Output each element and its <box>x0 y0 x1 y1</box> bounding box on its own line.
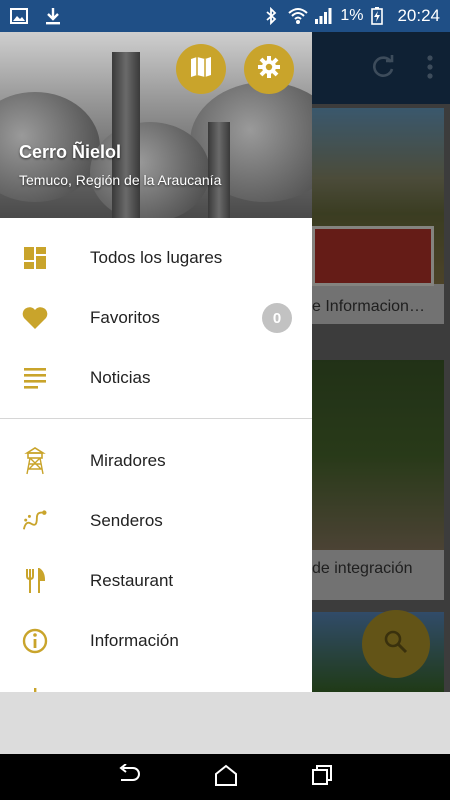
menu-item-label: Miradores <box>90 451 166 470</box>
drawer-header: Cerro Ñielol Temuco, Región de la Arauca… <box>0 32 312 218</box>
place-subtitle: Temuco, Región de la Araucanía <box>19 172 222 188</box>
battery-percent: 1% <box>340 7 364 24</box>
lookout-tower-icon <box>22 447 48 475</box>
menu-item-senderos[interactable]: Senderos <box>0 491 312 551</box>
navigation-drawer: Cerro Ñielol Temuco, Región de la Arauca… <box>0 32 312 692</box>
wifi-icon <box>288 7 308 25</box>
bottom-strip <box>0 692 450 754</box>
menu-item-label: Restaurant <box>90 571 174 590</box>
map-icon <box>189 55 213 84</box>
signal-icon <box>314 7 332 25</box>
header-photo-totem <box>208 122 230 218</box>
system-nav-bar <box>0 754 450 800</box>
menu-item-label: Noticias <box>90 368 151 387</box>
menu-item-miradores[interactable]: Miradores <box>0 431 312 491</box>
menu-item-noticias[interactable]: Noticias <box>0 348 312 408</box>
menu-item-label: Información <box>90 631 179 650</box>
menu-item-todos-los-lugares[interactable]: Todos los lugares <box>0 228 312 288</box>
battery-charging-icon <box>371 7 389 25</box>
place-title: Cerro Ñielol <box>19 142 122 162</box>
image-notification-icon <box>10 7 28 25</box>
home-icon[interactable] <box>214 764 238 791</box>
menu-item-label: Todos los lugares <box>90 248 223 267</box>
clock: 20:24 <box>397 6 440 25</box>
info-icon <box>22 628 48 654</box>
recent-apps-icon[interactable] <box>311 764 333 791</box>
status-bar: 1% 20:24 <box>0 0 450 32</box>
menu-divider <box>0 418 312 419</box>
heart-icon <box>22 305 48 331</box>
menu-item-partial[interactable] <box>0 671 312 692</box>
favorites-count-badge: 0 <box>262 303 292 333</box>
download-notification-icon <box>44 7 62 25</box>
partial-icon <box>22 688 48 692</box>
bluetooth-icon <box>262 6 280 26</box>
header-photo-tree <box>90 122 210 218</box>
menu-item-restaurant[interactable]: Restaurant <box>0 551 312 611</box>
menu-item-label: Senderos <box>90 511 163 530</box>
menu-item-label: Favoritos <box>90 308 160 327</box>
back-icon[interactable] <box>117 762 141 791</box>
menu-item-informacion[interactable]: Información <box>0 611 312 671</box>
dashboard-icon <box>22 245 48 271</box>
fork-knife-icon <box>22 568 48 594</box>
trail-icon <box>22 508 48 534</box>
map-button[interactable] <box>176 44 226 94</box>
settings-button[interactable] <box>244 44 294 94</box>
header-photo-totem <box>112 52 140 218</box>
gear-icon <box>257 55 281 84</box>
notes-icon <box>22 365 48 391</box>
menu-item-favoritos[interactable]: Favoritos 0 <box>0 288 312 348</box>
